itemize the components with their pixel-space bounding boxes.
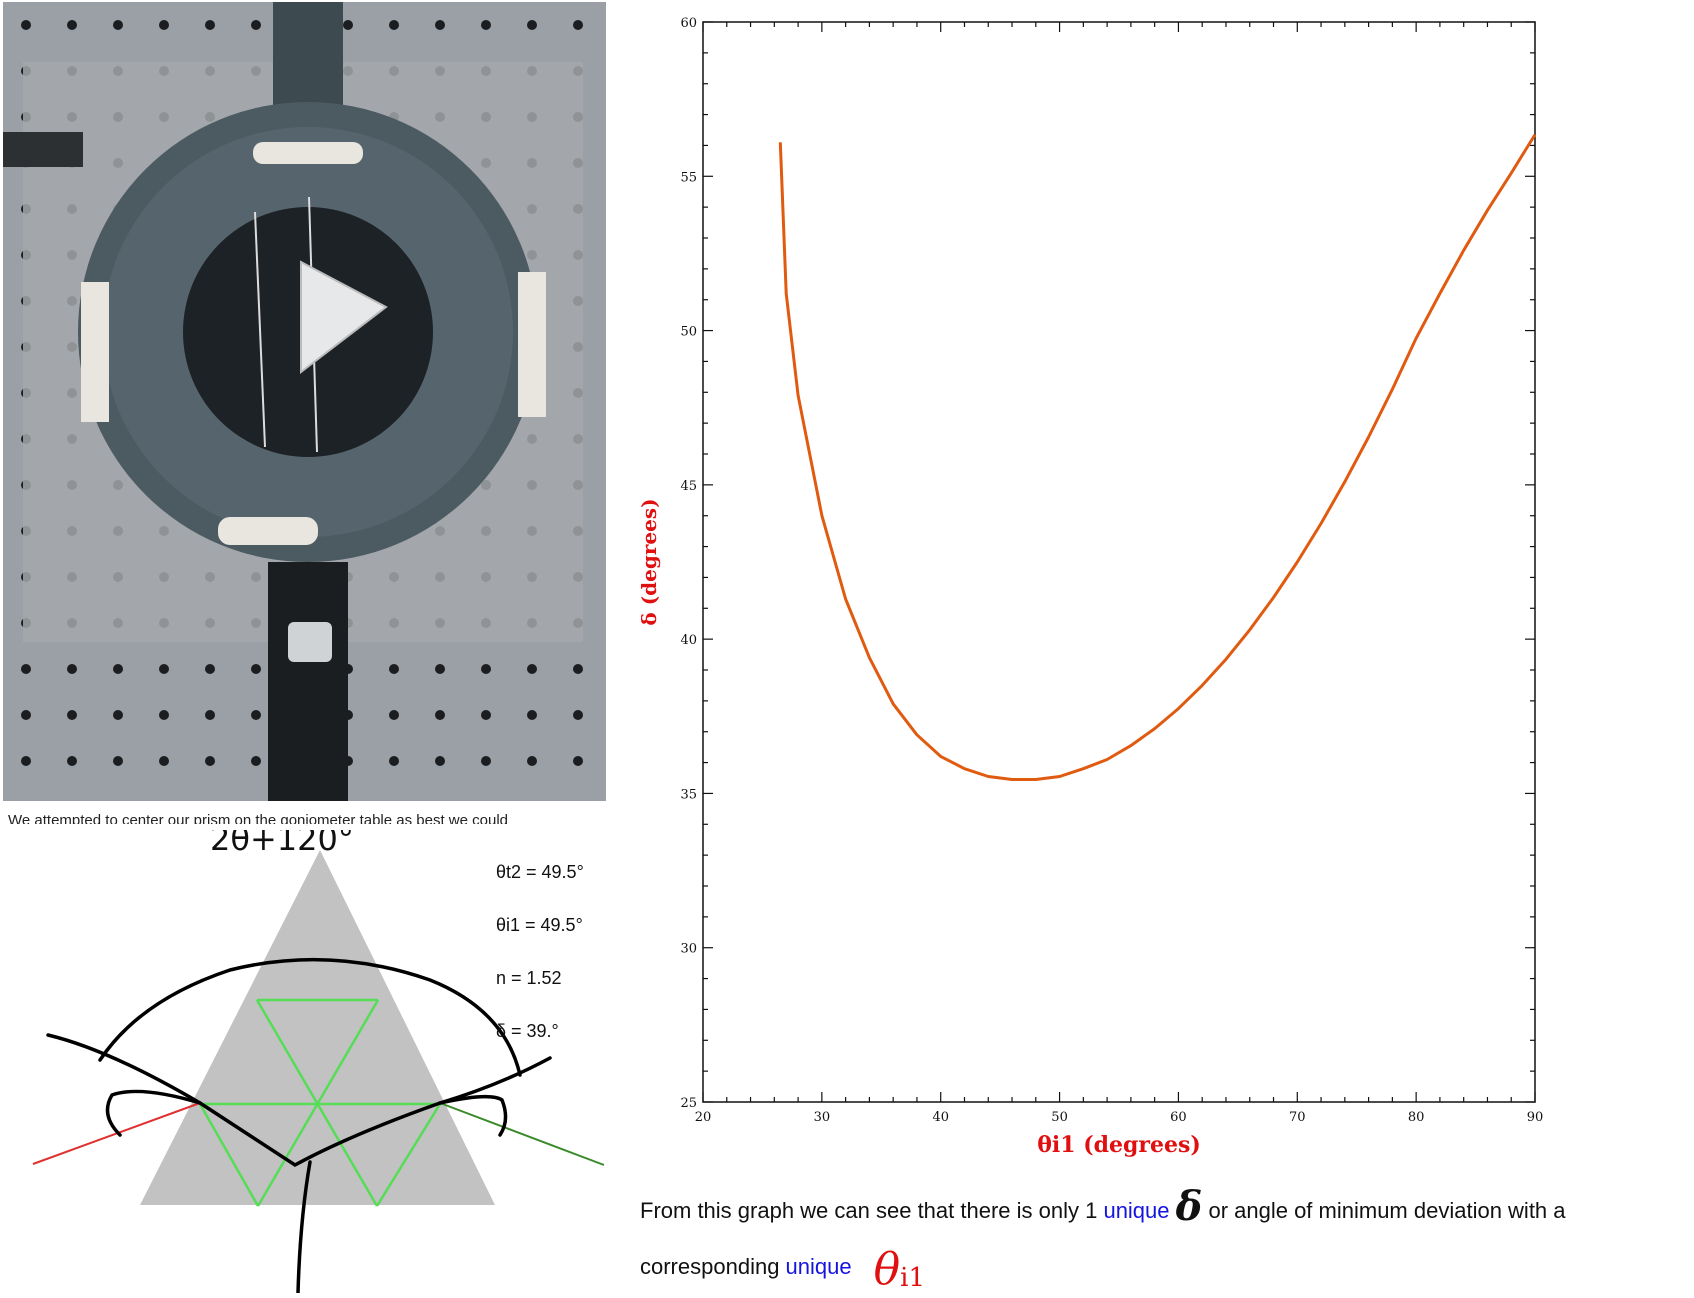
para-unique-2: unique: [785, 1254, 852, 1279]
goniometer-photo: [3, 2, 606, 801]
deviation-curve: [778, 133, 1537, 781]
param-n: n = 1.52: [496, 968, 562, 988]
y-tick-label: 35: [680, 787, 697, 802]
y-tick-label: 60: [680, 16, 697, 31]
y-tick-label: 25: [680, 1096, 697, 1111]
x-axis-label: θi1 (degrees): [1037, 1132, 1201, 1158]
photo-caption: We attempted to center our prism on the …: [8, 812, 508, 824]
x-tick-label: 30: [814, 1110, 831, 1125]
theta-subscript: i1: [900, 1263, 925, 1293]
y-tick-label: 30: [680, 942, 697, 957]
x-tick-label: 20: [695, 1110, 712, 1125]
delta-symbol: δ: [1175, 1183, 1203, 1230]
y-axis-label: δ (degrees): [637, 498, 661, 625]
param-theta-t2: θt2 = 49.5°: [496, 862, 584, 882]
para-text-1: From this graph we can see that there is…: [640, 1198, 1104, 1223]
param-delta: δ = 39.°: [496, 1021, 559, 1041]
param-theta-i1: θi1 = 49.5°: [496, 915, 583, 935]
y-tick-label: 45: [680, 479, 697, 494]
theta-symbol-main: θ: [873, 1244, 901, 1295]
x-tick-label: 50: [1051, 1110, 1068, 1125]
prism-diagram: 2θ+120° θt2 = 49.5° θi1 = 49.5° n = 1.52…: [0, 820, 630, 1295]
chart-svg: 20 30 40 50 60 70 80 90 25 30 35 40 45 50 55 60 θi1 (de…: [637, 16, 1544, 1158]
y-tick-label: 40: [680, 633, 697, 648]
y-tick-label: 55: [680, 170, 697, 185]
theta-symbol: θi1: [874, 1244, 925, 1295]
para-unique-1: unique: [1103, 1198, 1170, 1223]
conclusion-paragraph: From this graph we can see that there is…: [640, 1183, 1690, 1295]
deviation-chart: 20 30 40 50 60 70 80 90 25 30 35 40 45 50 55 60 θi1 (de…: [630, 0, 1694, 1170]
handwritten-angle-label: 2θ+120°: [210, 830, 354, 858]
x-tick-label: 70: [1289, 1110, 1306, 1125]
x-tick-label: 40: [932, 1110, 949, 1125]
y-tick-label: 50: [680, 325, 697, 340]
x-tick-label: 60: [1170, 1110, 1187, 1125]
x-tick-label: 80: [1408, 1110, 1425, 1125]
plot-frame: [702, 21, 1536, 1103]
x-tick-label: 90: [1527, 1110, 1544, 1125]
